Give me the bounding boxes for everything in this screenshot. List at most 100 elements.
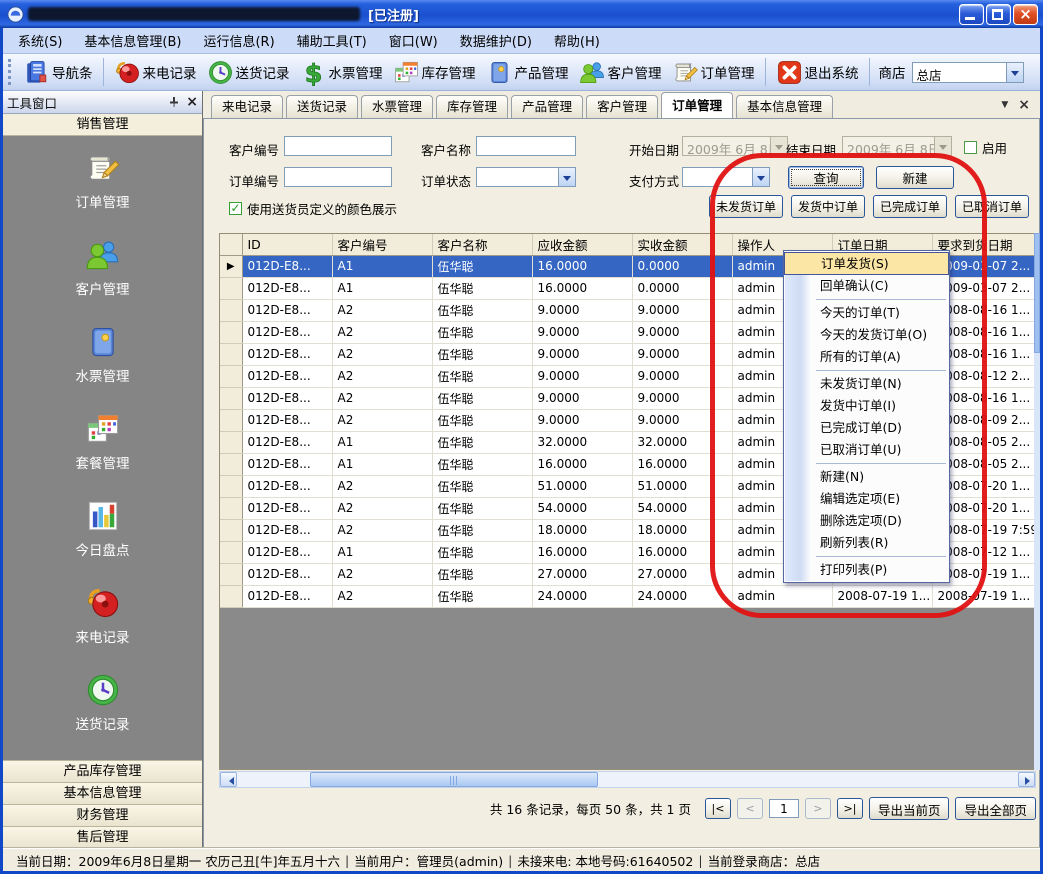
row-selector[interactable] xyxy=(220,453,242,475)
order-status-filter-button[interactable]: 发货中订单 xyxy=(791,195,865,218)
tab-list-dropdown-icon[interactable]: ▼ xyxy=(1001,100,1008,110)
toolbar-bell-button[interactable]: 来电记录 xyxy=(109,57,202,88)
color-display-checkbox-box[interactable]: ✓ xyxy=(229,202,242,215)
context-menu-item[interactable]: 打印列表(P) xyxy=(784,559,949,581)
menu-item[interactable]: 系统(S) xyxy=(7,28,73,53)
tab-4[interactable]: 库存管理 xyxy=(436,95,508,118)
tab-6[interactable]: 客户管理 xyxy=(586,95,658,118)
tab-1[interactable]: 来电记录 xyxy=(211,95,283,118)
sidebar-item[interactable]: 今日盘点 xyxy=(3,498,202,559)
sidebar-group-sales[interactable]: 销售管理 xyxy=(3,114,202,136)
toolbar-navbar-button[interactable]: 导航条 xyxy=(18,57,98,88)
row-selector[interactable] xyxy=(220,365,242,387)
toolbar-order-button[interactable]: 订单管理 xyxy=(667,57,760,88)
order-status-filter-button[interactable]: 已取消订单 xyxy=(955,195,1029,218)
minimize-button[interactable] xyxy=(959,4,984,25)
row-selector[interactable] xyxy=(220,431,242,453)
column-header[interactable]: 客户名称 xyxy=(432,234,532,255)
context-menu-item[interactable]: 订单发货(S) xyxy=(784,252,949,275)
row-selector[interactable] xyxy=(220,277,242,299)
vertical-scrollbar[interactable] xyxy=(1034,233,1040,770)
tab-7[interactable]: 订单管理 xyxy=(661,92,733,118)
customer-name-input[interactable] xyxy=(476,136,576,156)
sidebar-group-button[interactable]: 产品库存管理 xyxy=(3,760,202,782)
column-header[interactable]: ID xyxy=(242,234,332,255)
context-menu-item[interactable]: 今天的订单(T) xyxy=(784,302,949,324)
row-selector[interactable] xyxy=(220,299,242,321)
toolbar-grip[interactable] xyxy=(8,59,14,85)
vertical-scrollbar-thumb[interactable] xyxy=(1034,233,1040,353)
export-all-pages-button[interactable]: 导出全部页 xyxy=(955,797,1036,820)
menu-item[interactable]: 运行信息(R) xyxy=(192,28,285,53)
enable-checkbox[interactable]: 启用 xyxy=(964,138,1007,157)
pay-method-dropdown-icon[interactable] xyxy=(752,168,769,186)
first-page-button[interactable]: |< xyxy=(705,798,731,819)
row-selector[interactable] xyxy=(220,497,242,519)
sidebar-group-button[interactable]: 售后管理 xyxy=(3,826,202,848)
tab-close-icon[interactable]: × xyxy=(1018,97,1030,113)
order-status-select[interactable] xyxy=(476,167,576,187)
horizontal-scrollbar-thumb[interactable] xyxy=(310,772,598,787)
row-selector[interactable] xyxy=(220,475,242,497)
customer-no-input[interactable] xyxy=(284,136,392,156)
context-menu-item[interactable]: 未发货订单(N) xyxy=(784,373,949,395)
scroll-left-icon[interactable] xyxy=(220,772,237,787)
column-header[interactable]: 实收金额 xyxy=(632,234,732,255)
context-menu-item[interactable]: 已完成订单(D) xyxy=(784,417,949,439)
sidebar-item[interactable]: 来电记录 xyxy=(3,585,202,646)
sidebar-item[interactable]: 套餐管理 xyxy=(3,411,202,472)
shop-select[interactable]: 总店 xyxy=(912,62,1024,83)
pay-method-select[interactable] xyxy=(682,167,770,187)
tab-3[interactable]: 水票管理 xyxy=(361,95,433,118)
sidebar-item[interactable]: 送货记录 xyxy=(3,672,202,733)
last-page-button[interactable]: >| xyxy=(837,798,863,819)
context-menu-item[interactable]: 删除选定项(D) xyxy=(784,510,949,532)
toolbar-clock-button[interactable]: 送货记录 xyxy=(202,57,295,88)
context-menu-item[interactable]: 发货中订单(I) xyxy=(784,395,949,417)
horizontal-scrollbar[interactable] xyxy=(219,771,1036,788)
context-menu-item[interactable]: 已取消订单(U) xyxy=(784,439,949,461)
order-no-input[interactable] xyxy=(284,167,392,187)
row-selector[interactable] xyxy=(220,409,242,431)
row-selector[interactable] xyxy=(220,343,242,365)
column-header[interactable]: 客户编号 xyxy=(332,234,432,255)
menu-item[interactable]: 窗口(W) xyxy=(378,28,449,53)
toolbar-dollar-button[interactable]: $水票管理 xyxy=(295,57,388,88)
context-menu-item[interactable]: 新建(N) xyxy=(784,466,949,488)
toolbar-exit-button[interactable]: 退出系统 xyxy=(771,57,864,88)
context-menu-item[interactable]: 编辑选定项(E) xyxy=(784,488,949,510)
toolbar-people-button[interactable]: 客户管理 xyxy=(574,57,667,88)
menu-item[interactable]: 辅助工具(T) xyxy=(286,28,378,53)
order-status-filter-button[interactable]: 已完成订单 xyxy=(873,195,947,218)
row-selector[interactable] xyxy=(220,387,242,409)
order-status-dropdown-icon[interactable] xyxy=(558,168,575,186)
sidebar-group-button[interactable]: 基本信息管理 xyxy=(3,782,202,804)
tab-8[interactable]: 基本信息管理 xyxy=(736,95,833,118)
color-display-checkbox[interactable]: ✓ 使用送货员定义的颜色展示 xyxy=(229,199,397,218)
query-button[interactable]: 查询 xyxy=(788,166,864,189)
export-current-page-button[interactable]: 导出当前页 xyxy=(869,797,950,820)
context-menu-item[interactable]: 今天的发货订单(O) xyxy=(784,324,949,346)
context-menu-item[interactable]: 回单确认(C) xyxy=(784,275,949,297)
page-number-input[interactable]: 1 xyxy=(769,799,799,818)
enable-checkbox-box[interactable] xyxy=(964,141,977,154)
new-button[interactable]: 新建 xyxy=(876,166,954,189)
sidebar-close-icon[interactable]: × xyxy=(186,96,198,108)
sidebar-item[interactable]: 水票管理 xyxy=(3,324,202,385)
sidebar-item[interactable]: 订单管理 xyxy=(3,150,202,211)
toolbar-calendar-button[interactable]: 库存管理 xyxy=(388,57,481,88)
row-selector[interactable] xyxy=(220,585,242,607)
tab-2[interactable]: 送货记录 xyxy=(286,95,358,118)
order-status-filter-button[interactable]: 未发货订单 xyxy=(709,195,783,218)
row-selector[interactable] xyxy=(220,563,242,585)
context-menu-item[interactable]: 刷新列表(R) xyxy=(784,532,949,554)
menu-item[interactable]: 基本信息管理(B) xyxy=(73,28,192,53)
tab-5[interactable]: 产品管理 xyxy=(511,95,583,118)
sidebar-item[interactable]: 客户管理 xyxy=(3,237,202,298)
maximize-button[interactable] xyxy=(986,4,1011,25)
row-selector[interactable] xyxy=(220,321,242,343)
close-button[interactable]: × xyxy=(1013,4,1038,25)
row-selector[interactable]: ▶ xyxy=(220,255,242,277)
sidebar-group-button[interactable]: 财务管理 xyxy=(3,804,202,826)
context-menu-item[interactable]: 所有的订单(A) xyxy=(784,346,949,368)
